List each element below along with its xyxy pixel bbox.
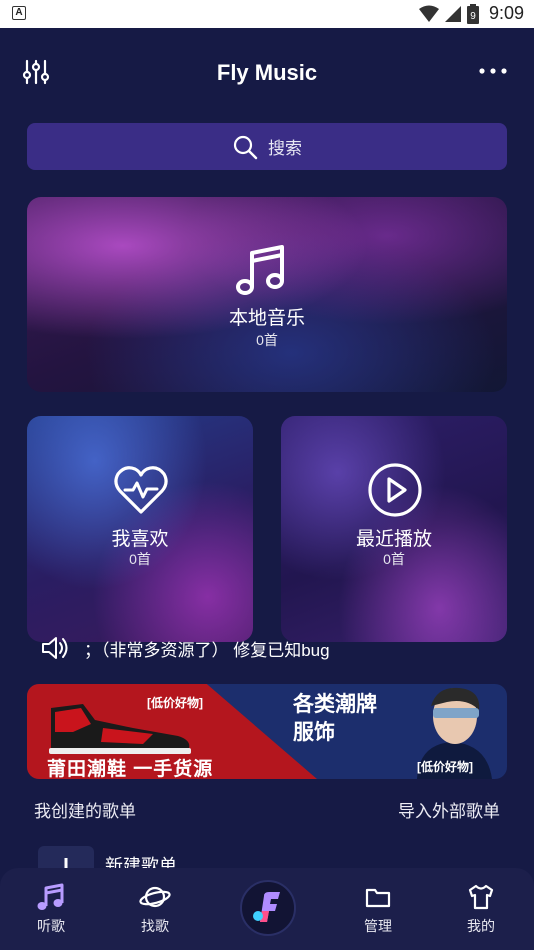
clock: 9:09: [488, 3, 524, 23]
tab-listen-label: 听歌: [37, 918, 65, 934]
notification-app-icon: A: [12, 6, 26, 20]
tab-manage-label: 管理: [364, 918, 392, 934]
planet-icon: [139, 886, 171, 908]
battery-icon: 9: [466, 3, 479, 24]
announcement-text: ；（非常多资源了） 修复已知bug: [84, 640, 330, 660]
status-icons: 9 9:09: [418, 3, 524, 24]
wifi-icon: [418, 5, 439, 22]
import-external-playlist-link[interactable]: 导入外部歌单: [398, 797, 500, 823]
banner-slogan-right-line1: 各类潮牌: [293, 693, 377, 716]
svg-text:9: 9: [470, 11, 476, 22]
favorites-count: 0首: [129, 551, 151, 567]
ad-banner[interactable]: [低价好物] 莆田潮鞋 一手货源 各类潮牌 服饰 [低价好物]: [27, 684, 507, 779]
heart-pulse-icon: [114, 466, 168, 514]
banner-slogan-right-line2: 服饰: [293, 721, 335, 744]
search-icon: [233, 135, 258, 159]
banner-tag-right: [低价好物]: [417, 760, 473, 774]
playlist-section-header: 我创建的歌单 导入外部歌单: [34, 797, 500, 823]
app-title: Fly Music: [216, 60, 318, 85]
speaker-icon: [42, 637, 68, 659]
status-bar: A 9 9:09: [0, 0, 534, 28]
cell-signal-icon: [444, 5, 461, 22]
more-options-icon[interactable]: [478, 66, 508, 76]
tshirt-icon: [468, 884, 494, 910]
banner-slogan-left: 莆田潮鞋 一手货源: [47, 759, 214, 779]
banner-tag-left: [低价好物]: [147, 696, 203, 710]
tab-discover[interactable]: 找歌: [120, 882, 190, 936]
music-note-icon: [37, 883, 64, 910]
folder-icon: [365, 888, 391, 908]
search-bar[interactable]: 搜索: [27, 123, 507, 170]
tab-listen[interactable]: 听歌: [16, 882, 86, 936]
recent-played-count: 0首: [383, 551, 405, 567]
music-note-icon: [236, 245, 284, 295]
app-logo-icon: [253, 892, 280, 922]
my-created-playlists-label: 我创建的歌单: [34, 802, 136, 821]
recent-played-card[interactable]: 最近播放 0首: [281, 416, 507, 642]
tab-discover-label: 找歌: [141, 918, 169, 934]
favorites-card[interactable]: 我喜欢 0首: [27, 416, 253, 642]
local-music-count: 0首: [256, 332, 278, 348]
play-circle-icon: [368, 463, 422, 517]
recent-played-label: 最近播放: [355, 529, 432, 550]
tab-manage[interactable]: 管理: [343, 882, 413, 936]
favorites-label: 我喜欢: [111, 529, 169, 550]
local-music-label: 本地音乐: [228, 308, 305, 329]
announcement-marquee[interactable]: ；（非常多资源了） 修复已知bug: [40, 633, 330, 663]
search-placeholder: 搜索: [268, 139, 302, 158]
local-music-card[interactable]: 本地音乐 0首: [27, 197, 507, 392]
app-logo-button[interactable]: [240, 880, 296, 936]
app-header: Fly Music: [0, 28, 534, 118]
tab-profile[interactable]: 我的: [446, 882, 516, 936]
bottom-navigation: 听歌 找歌 管理 我的: [0, 868, 534, 950]
tab-profile-label: 我的: [467, 918, 495, 934]
